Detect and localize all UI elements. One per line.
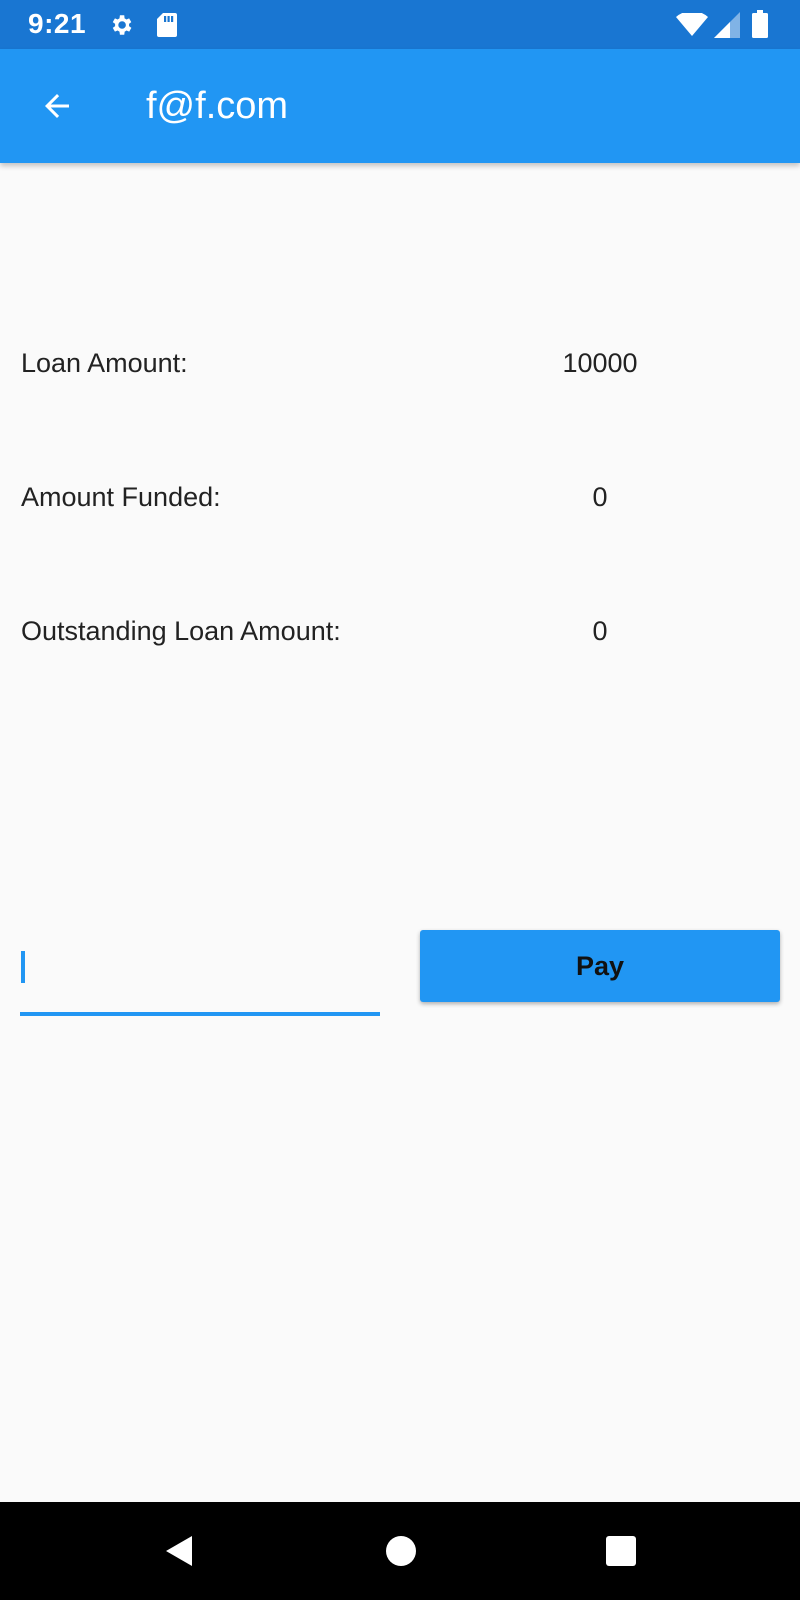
battery-icon (752, 10, 768, 38)
amount-funded-row: Amount Funded: 0 (0, 478, 800, 518)
recents-square-icon[interactable] (606, 1536, 636, 1566)
status-time: 9:21 (28, 8, 87, 39)
loan-screen: 9:21 f@f.com Loan Amount: 10000 Amount F… (0, 0, 800, 1600)
text-caret (21, 951, 25, 983)
home-circle-icon[interactable] (386, 1536, 416, 1566)
arrow-back-icon (45, 94, 69, 118)
outstanding-label: Outstanding Loan Amount: (21, 616, 341, 646)
status-bar: 9:21 (0, 0, 800, 49)
loan-amount-value: 10000 (562, 348, 638, 378)
app-bar: f@f.com (0, 49, 800, 163)
system-nav-bar (0, 1502, 800, 1600)
outstanding-row: Outstanding Loan Amount: 0 (0, 612, 800, 652)
page-title: f@f.com (146, 85, 289, 127)
payment-amount-input[interactable] (20, 924, 380, 1016)
outstanding-value: 0 (592, 616, 608, 646)
back-button[interactable] (28, 77, 86, 135)
amount-funded-label: Amount Funded: (21, 482, 221, 512)
sd-card-icon (157, 13, 177, 37)
gear-icon (112, 15, 132, 35)
pay-button[interactable]: Pay (420, 930, 780, 1002)
amount-funded-value: 0 (592, 482, 608, 512)
loan-amount-row: Loan Amount: 10000 (0, 344, 800, 384)
signal-icon (714, 12, 740, 38)
back-triangle-icon[interactable] (164, 1534, 194, 1568)
loan-amount-label: Loan Amount: (21, 348, 188, 378)
wifi-icon (676, 13, 708, 36)
